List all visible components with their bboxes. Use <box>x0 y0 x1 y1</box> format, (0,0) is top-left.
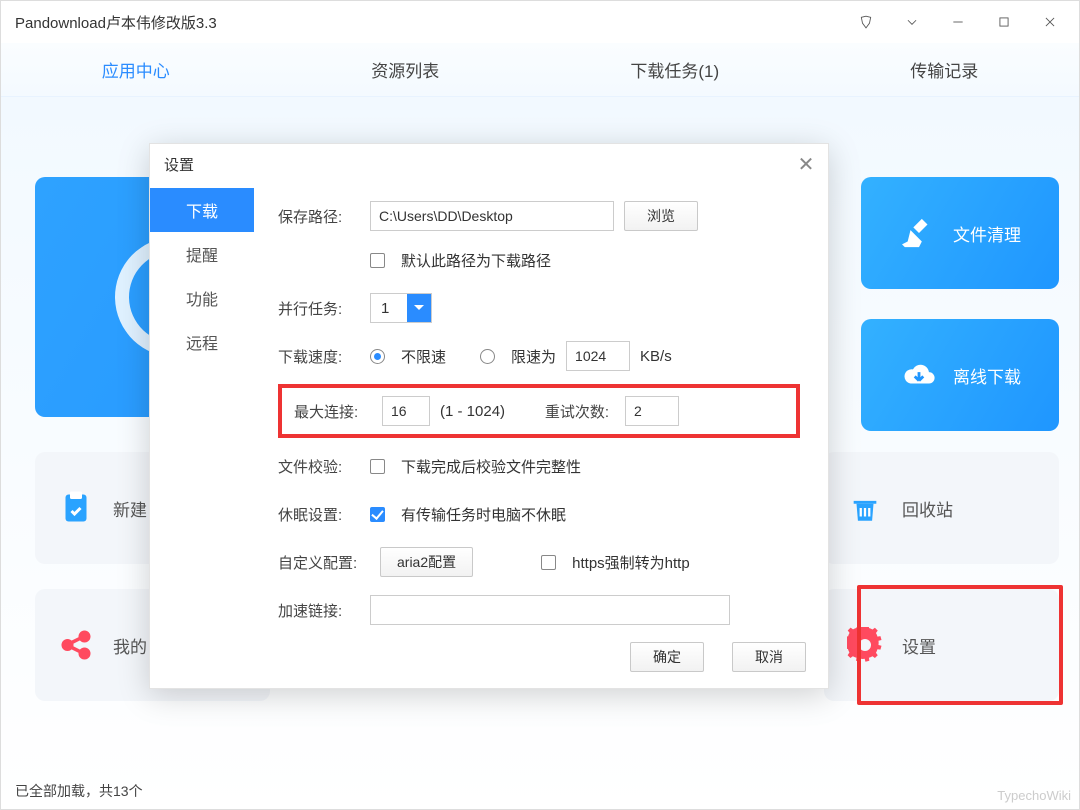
label-limited: 限速为 <box>511 346 556 367</box>
clipboard-icon <box>55 487 97 529</box>
checkbox-default-path[interactable] <box>370 253 385 268</box>
tile-recycle-label: 回收站 <box>902 496 953 521</box>
aria2-config-button[interactable]: aria2配置 <box>380 547 473 577</box>
main-tabs: 应用中心 资源列表 下载任务(1) 传输记录 <box>1 43 1079 97</box>
select-parallel-value: 1 <box>381 300 389 317</box>
input-max-conn[interactable] <box>382 396 430 426</box>
cancel-button[interactable]: 取消 <box>732 642 806 672</box>
dialog-footer: 确定 取消 <box>630 642 806 672</box>
row-speed: 下载速度: 不限速 限速为 KB/s <box>278 336 800 376</box>
browse-button[interactable]: 浏览 <box>624 201 698 231</box>
label-save-path: 保存路径: <box>278 206 360 227</box>
label-sleep: 休眠设置: <box>278 504 360 525</box>
label-https-force: https强制转为http <box>572 552 690 573</box>
label-speed-unit: KB/s <box>640 348 672 365</box>
chevron-down-icon <box>407 294 431 322</box>
label-accel: 加速链接: <box>278 600 360 621</box>
window-title: Pandownload卢本伟修改版3.3 <box>15 12 843 33</box>
dialog-titlebar: 设置 ✕ <box>150 144 828 184</box>
dialog-body: 下载 提醒 功能 远程 保存路径: 浏览 默认此路径为下载路径 <box>150 184 828 624</box>
tile-recycle[interactable]: 回收站 <box>824 452 1059 564</box>
close-button[interactable] <box>1027 1 1073 43</box>
label-speed: 下载速度: <box>278 346 360 367</box>
row-sleep: 休眠设置: 有传输任务时电脑不休眠 <box>278 494 800 534</box>
side-item-function[interactable]: 功能 <box>150 276 254 320</box>
ok-button[interactable]: 确定 <box>630 642 704 672</box>
input-accel[interactable] <box>370 595 730 625</box>
row-verify: 文件校验: 下载完成后校验文件完整性 <box>278 446 800 486</box>
row-max-connections: 最大连接: (1 - 1024) 重试次数: <box>278 384 800 438</box>
row-accel: 加速链接: <box>278 590 800 630</box>
tab-transfer-log[interactable]: 传输记录 <box>810 51 1080 88</box>
label-conn-range: (1 - 1024) <box>440 403 505 420</box>
side-item-download[interactable]: 下载 <box>150 188 254 232</box>
cloud-download-icon <box>899 355 939 395</box>
select-parallel[interactable]: 1 <box>370 293 432 323</box>
tab-app-center[interactable]: 应用中心 <box>1 51 271 88</box>
card-file-clean-label: 文件清理 <box>953 221 1021 246</box>
status-text: 已全部加载，共13个 <box>15 781 143 801</box>
card-offline-label: 离线下载 <box>953 363 1021 388</box>
dialog-title: 设置 <box>164 154 194 175</box>
label-parallel: 并行任务: <box>278 298 360 319</box>
minimize-button[interactable] <box>935 1 981 43</box>
dialog-sidebar: 下载 提醒 功能 远程 <box>150 184 254 624</box>
label-sleep-text: 有传输任务时电脑不休眠 <box>401 504 566 525</box>
card-offline-download[interactable]: 离线下载 <box>861 319 1059 431</box>
label-retry: 重试次数: <box>533 401 615 422</box>
label-default-path: 默认此路径为下载路径 <box>401 250 551 271</box>
row-default-path: 默认此路径为下载路径 <box>278 240 800 280</box>
checkbox-https-force[interactable] <box>541 555 556 570</box>
radio-limited[interactable] <box>480 349 495 364</box>
tile-my-label: 我的 <box>113 633 147 658</box>
app-window: Pandownload卢本伟修改版3.3 应用中心 资源列表 下载任务(1) 传… <box>0 0 1080 810</box>
maximize-button[interactable] <box>981 1 1027 43</box>
label-verify-text: 下载完成后校验文件完整性 <box>401 456 581 477</box>
side-item-notify[interactable]: 提醒 <box>150 232 254 276</box>
card-file-clean[interactable]: 文件清理 <box>861 177 1059 289</box>
dialog-close-icon[interactable]: ✕ <box>792 150 820 178</box>
theme-icon[interactable] <box>843 1 889 43</box>
tab-resource-list[interactable]: 资源列表 <box>271 51 541 88</box>
highlight-settings <box>857 585 1063 705</box>
label-max-conn: 最大连接: <box>294 401 372 422</box>
settings-dialog: 设置 ✕ 下载 提醒 功能 远程 保存路径: 浏览 <box>149 143 829 689</box>
row-custom: 自定义配置: aria2配置 https强制转为http <box>278 542 800 582</box>
label-verify: 文件校验: <box>278 456 360 477</box>
trash-icon <box>844 487 886 529</box>
label-unlimited: 不限速 <box>401 346 446 367</box>
input-retry[interactable] <box>625 396 679 426</box>
checkbox-sleep[interactable] <box>370 507 385 522</box>
dialog-form: 保存路径: 浏览 默认此路径为下载路径 并行任务: 1 <box>254 184 828 624</box>
radio-unlimited[interactable] <box>370 349 385 364</box>
tab-downloads[interactable]: 下载任务(1) <box>540 51 810 88</box>
input-speed-limit[interactable] <box>566 341 630 371</box>
broom-icon <box>899 213 939 253</box>
checkbox-verify[interactable] <box>370 459 385 474</box>
input-save-path[interactable] <box>370 201 614 231</box>
titlebar: Pandownload卢本伟修改版3.3 <box>1 1 1079 43</box>
main-body: 文件清理 离线下载 新建 我的 <box>1 97 1079 809</box>
row-save-path: 保存路径: 浏览 <box>278 196 800 236</box>
side-item-remote[interactable]: 远程 <box>150 320 254 364</box>
dropdown-icon[interactable] <box>889 1 935 43</box>
tile-new-label: 新建 <box>113 496 147 521</box>
watermark: TypechoWiki <box>997 788 1071 803</box>
share-icon <box>55 624 97 666</box>
label-custom: 自定义配置: <box>278 552 370 573</box>
row-parallel: 并行任务: 1 <box>278 288 800 328</box>
